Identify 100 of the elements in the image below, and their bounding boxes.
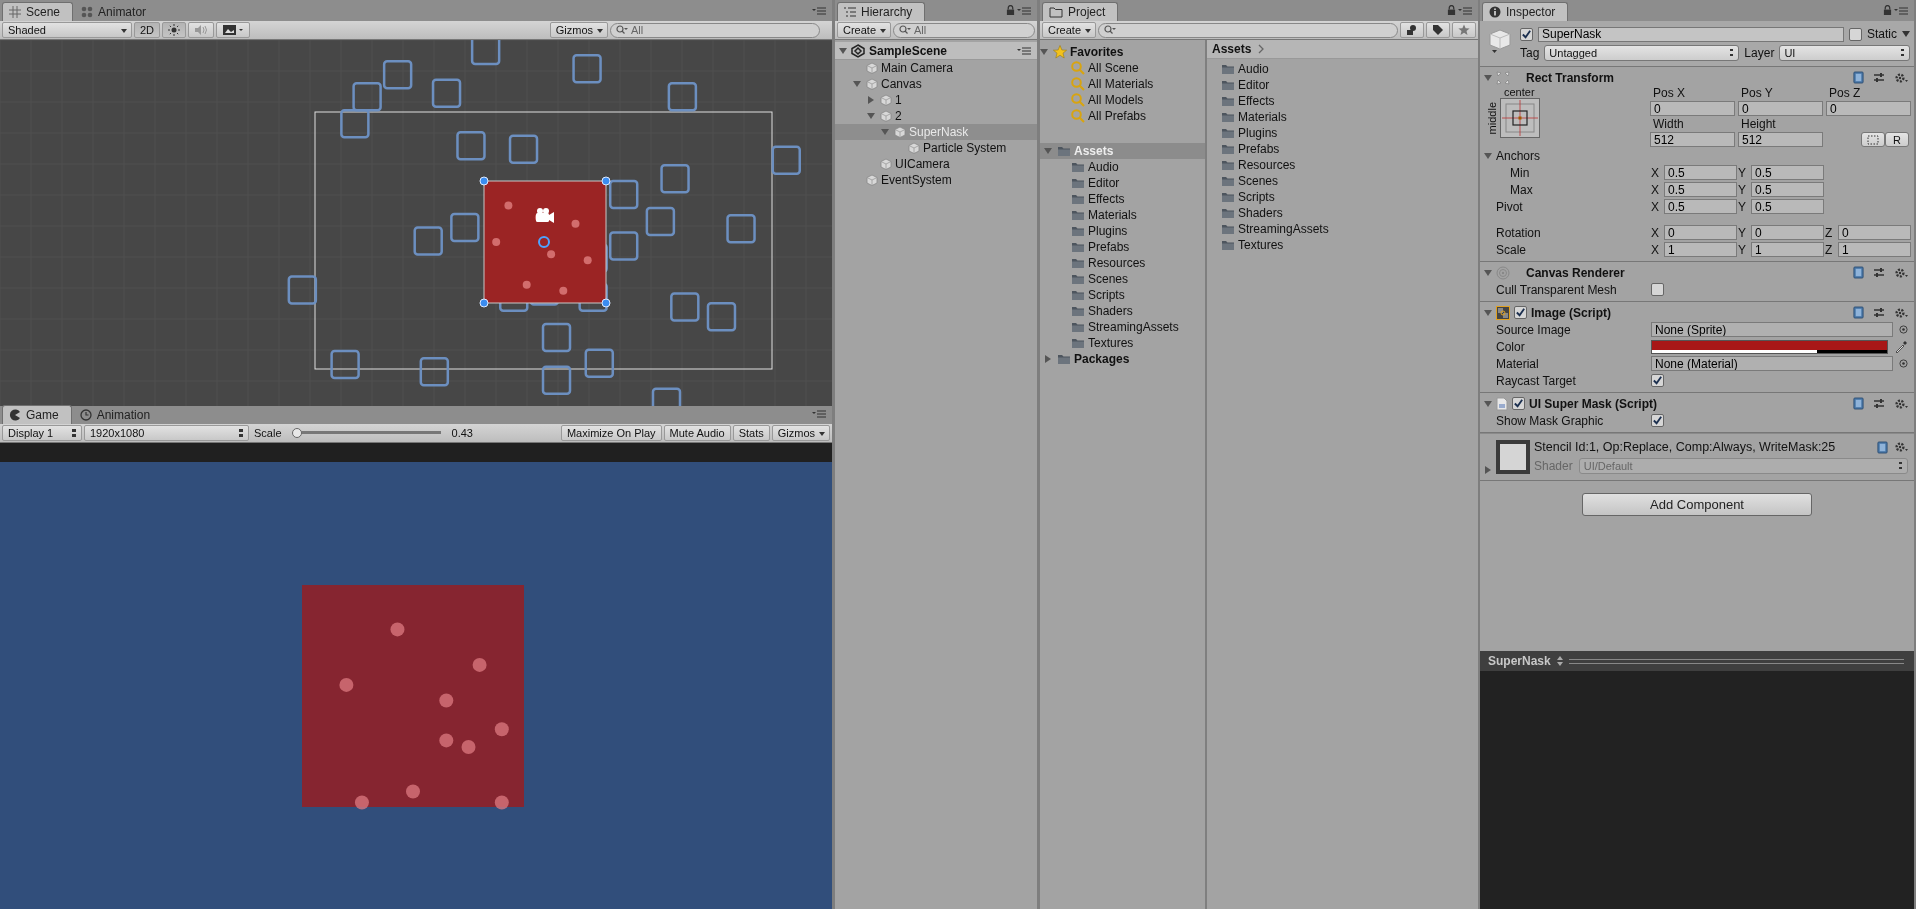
panel-tab[interactable]: Game [2,405,72,424]
number-field[interactable]: 0.5 [1664,199,1737,214]
enabled-checkbox[interactable] [1512,397,1525,410]
expanded-arrow-icon[interactable] [1484,73,1492,82]
favorite-item[interactable]: All Prefabs [1040,108,1205,124]
favorite-item[interactable]: All Scene [1040,60,1205,76]
hierarchy-item[interactable]: Particle System [835,140,1037,156]
folder-item[interactable]: Scenes [1207,173,1478,189]
expanded-arrow-icon[interactable] [853,80,861,88]
expanded-arrow-icon[interactable] [1040,48,1048,56]
toolbar-button[interactable]: Stats [732,425,770,441]
number-field[interactable]: 0 [1664,225,1737,240]
number-field[interactable]: 1 [1838,242,1911,257]
number-field[interactable]: 0 [1650,101,1735,116]
layer-dropdown[interactable]: UI [1779,45,1910,61]
name-field[interactable]: SuperNask [1538,26,1844,42]
display-dropdown[interactable]: Display 1 [2,425,82,441]
toolbar-button[interactable]: Mute Audio [663,425,731,441]
object-field[interactable]: None (Sprite) [1651,322,1893,337]
number-field[interactable]: 0 [1738,101,1823,116]
folder-item[interactable]: Editor [1207,77,1478,93]
panel-tab[interactable]: Hierarchy [837,2,926,21]
lighting-button[interactable] [162,22,187,38]
folder-item[interactable]: StreamingAssets [1040,319,1205,335]
hierarchy-item[interactable]: EventSystem [835,172,1037,188]
collapsed-arrow-icon[interactable] [1484,466,1492,474]
search-field[interactable] [1098,22,1398,38]
folder-item[interactable]: Textures [1040,335,1205,351]
folder-item[interactable]: Textures [1207,237,1478,253]
panel-tab[interactable]: Animation [73,406,163,424]
folder-item[interactable]: Prefabs [1040,239,1205,255]
folder-item[interactable]: Shaders [1040,303,1205,319]
hierarchy-item[interactable]: Main Camera [835,60,1037,76]
filter-type-button[interactable] [1400,22,1424,38]
static-checkbox[interactable] [1849,27,1862,41]
folder-item[interactable]: Scenes [1040,271,1205,287]
number-field[interactable]: 0.5 [1664,165,1737,180]
eyedropper-icon[interactable] [1894,339,1908,354]
lock-icon[interactable] [1447,5,1456,16]
hierarchy-item[interactable]: 2 [835,108,1037,124]
color-field[interactable] [1651,339,1888,354]
checkbox[interactable] [1651,283,1664,296]
resolution-dropdown[interactable]: 1920x1080 [84,425,249,441]
toolbar-button[interactable]: Maximize On Play [560,425,662,441]
lock-icon[interactable] [1883,5,1892,16]
expanded-arrow-icon[interactable] [1484,268,1492,277]
number-field[interactable]: 0.5 [1664,182,1737,197]
updown-icon[interactable] [1556,656,1563,666]
menu-icon[interactable] [1017,45,1031,56]
sliders-icon[interactable] [1873,266,1885,279]
slider-thumb[interactable] [291,428,302,438]
gizmos-dropdown[interactable]: Gizmos [549,22,608,38]
hierarchy-item[interactable]: Canvas [835,76,1037,92]
number-field[interactable]: 0 [1826,101,1911,116]
collapsed-arrow-icon[interactable] [1044,355,1052,363]
number-field[interactable]: 512 [1738,132,1823,147]
folder-item[interactable]: Plugins [1207,125,1478,141]
blueprint-mode-button[interactable] [1861,132,1885,147]
expanded-arrow-icon[interactable] [1484,399,1492,408]
expanded-arrow-icon[interactable] [1044,147,1052,155]
folder-item[interactable]: Packages [1040,351,1205,367]
favorites-header[interactable]: Favorites [1040,44,1205,60]
number-field[interactable]: 0.5 [1751,182,1824,197]
mode-2d-button[interactable]: 2D [134,22,161,38]
search-field[interactable]: All [893,22,1035,38]
dropdown-arrow-icon[interactable] [1902,31,1910,37]
checkbox[interactable] [1651,414,1664,427]
lock-icon[interactable] [1006,5,1015,16]
number-field[interactable]: 512 [1650,132,1735,147]
raw-edit-button[interactable]: R [1885,132,1909,147]
settings-icon[interactable] [1894,266,1908,279]
tag-dropdown[interactable]: Untagged [1544,45,1740,61]
selected-image-drawing[interactable] [479,176,611,308]
sliders-icon[interactable] [1873,306,1885,319]
folder-item[interactable]: Effects [1040,191,1205,207]
help-book-icon[interactable] [1853,306,1864,319]
folder-item[interactable]: Resources [1207,157,1478,173]
expanded-arrow-icon[interactable] [881,128,889,136]
object-picker-icon[interactable] [1899,325,1908,334]
checkbox[interactable] [1651,374,1664,387]
folder-item[interactable]: Audio [1207,61,1478,77]
folder-item[interactable]: Materials [1040,207,1205,223]
folder-item[interactable]: StreamingAssets [1207,221,1478,237]
folder-item[interactable]: Scripts [1040,287,1205,303]
search-field[interactable]: All [610,22,820,38]
hierarchy-item[interactable]: 1 [835,92,1037,108]
draw-mode-dropdown[interactable]: Shaded [2,22,132,38]
number-field[interactable]: 0 [1751,225,1824,240]
effects-button[interactable] [216,22,251,38]
folder-item[interactable]: Materials [1207,109,1478,125]
object-field[interactable]: None (Material) [1651,356,1893,371]
preview-title[interactable]: SuperNask [1488,654,1551,668]
folder-item[interactable]: Prefabs [1207,141,1478,157]
anchor-preset-button[interactable] [1500,98,1540,138]
folder-item[interactable]: Effects [1207,93,1478,109]
settings-icon[interactable] [1894,306,1908,319]
expanded-arrow-icon[interactable] [1484,151,1492,160]
help-book-icon[interactable] [1853,397,1864,410]
expanded-arrow-icon[interactable] [867,112,875,120]
sliders-icon[interactable] [1873,71,1885,84]
